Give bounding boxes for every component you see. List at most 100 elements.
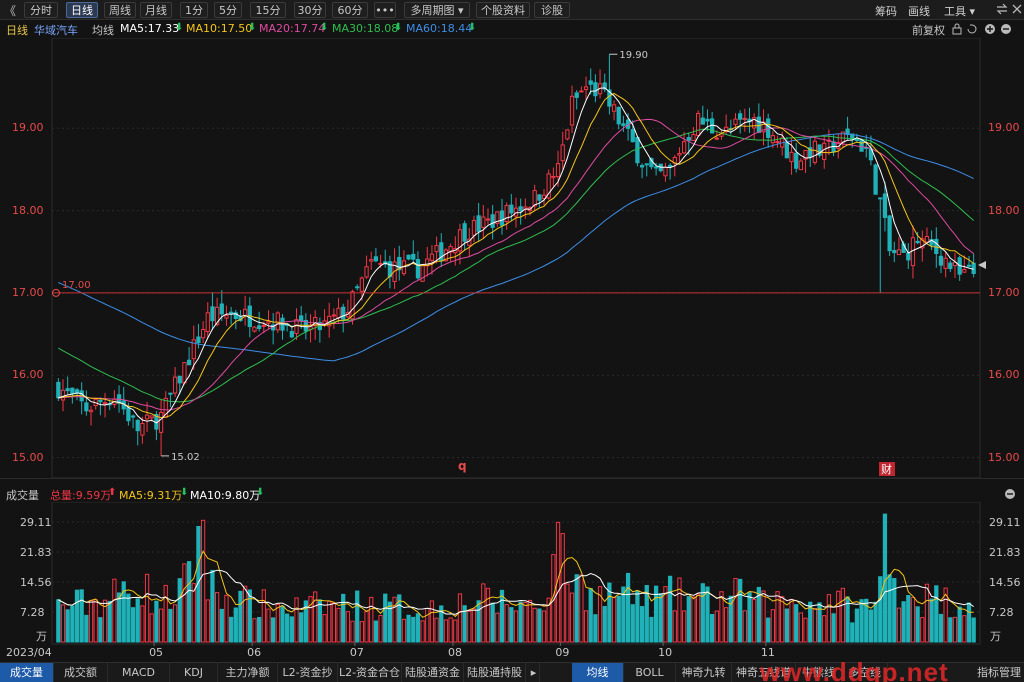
indicator-tab-7[interactable]: 陆股通资金: [402, 663, 464, 682]
candle-up: [943, 257, 948, 269]
candle-up: [695, 113, 701, 136]
volume-bar-down: [887, 574, 892, 643]
candle-down: [705, 118, 710, 122]
month-label: 10: [658, 646, 672, 659]
tab-11[interactable]: 个股资料: [476, 2, 530, 18]
candle-up: [158, 412, 164, 433]
indicator-tab-2[interactable]: MACD: [108, 663, 170, 682]
volume-unit-label: 万: [36, 630, 47, 643]
volume-bar-up: [60, 604, 66, 643]
candle-down: [906, 252, 911, 261]
volume-bar-up: [836, 590, 841, 643]
tab-10[interactable]: 多周期图 ▾: [404, 2, 470, 18]
adjust-mode[interactable]: 前复权: [912, 22, 945, 38]
draw-line-button[interactable]: 画线: [908, 3, 930, 19]
more-options-icon[interactable]: [1004, 488, 1022, 500]
volume-bar-down: [948, 617, 953, 643]
volume-bar-up: [677, 577, 682, 643]
indicator-tab-3[interactable]: KDJ: [170, 663, 218, 682]
volume-bar-up: [467, 610, 472, 643]
chips-button[interactable]: 筹码: [875, 3, 897, 19]
volume-bar-down: [616, 595, 621, 643]
candle-up: [770, 135, 775, 144]
indicator-tab-4[interactable]: 主力净额: [218, 663, 278, 682]
tab-8[interactable]: 60分: [332, 2, 368, 18]
tab-5[interactable]: 5分: [214, 2, 242, 18]
overlay-tab-0[interactable]: 均线: [572, 663, 624, 682]
volume-tick-label: 7.28: [20, 606, 45, 619]
volume-bar-down: [784, 608, 789, 643]
volume-bar-up: [565, 583, 570, 643]
candle-down: [854, 139, 860, 142]
volume-bar-down: [84, 614, 89, 643]
scroll-right-icon[interactable]: ▸: [528, 663, 540, 682]
tab-6[interactable]: 15分: [250, 2, 286, 18]
tab-3[interactable]: 月线: [140, 2, 172, 18]
volume-bar-up: [822, 615, 827, 643]
swap-icon[interactable]: [996, 3, 1008, 15]
volume-unit-label: 万: [990, 630, 1001, 643]
close-icon[interactable]: [1011, 3, 1023, 15]
panel-divider[interactable]: [0, 478, 1024, 479]
tab-7[interactable]: 30分: [294, 2, 326, 18]
tab-1[interactable]: 日线: [66, 2, 98, 18]
indicator-manage-button[interactable]: 指标管理: [974, 663, 1024, 682]
tools-menu[interactable]: 工具 ▾: [944, 3, 975, 19]
overlay-tab-2[interactable]: 神奇九转: [676, 663, 732, 682]
indicator-tab-6[interactable]: L2-资金合仓: [338, 663, 402, 682]
candle-down: [499, 210, 505, 226]
candle-down: [616, 106, 621, 125]
candle-up: [513, 207, 519, 217]
candlestick-chart[interactable]: 17.00 19.90 15.02 q 财: [0, 38, 1024, 478]
candle-up: [560, 144, 565, 162]
event-marker-q[interactable]: q: [458, 459, 467, 473]
volume-bar-up: [200, 519, 206, 643]
tab-9[interactable]: •••: [374, 2, 396, 18]
volume-bar-up: [364, 611, 369, 643]
candle-up: [182, 362, 187, 384]
volume-tick-label: 7.28: [989, 606, 1014, 619]
candle-down: [406, 254, 411, 260]
tab-4[interactable]: 1分: [180, 2, 208, 18]
volume-label[interactable]: 成交量: [6, 487, 39, 503]
volume-bar-up: [369, 596, 374, 643]
tab-12[interactable]: 诊股: [534, 2, 570, 18]
undo-icon[interactable]: [967, 24, 977, 34]
volume-bar-up: [691, 596, 696, 643]
candle-down: [186, 359, 192, 366]
volume-bar-up: [205, 599, 210, 643]
zoom-out-icon[interactable]: [1001, 24, 1011, 34]
volume-bar-down: [107, 600, 112, 643]
candle-down: [938, 255, 944, 266]
volume-bar-up: [420, 620, 425, 643]
volume-bar-down: [630, 604, 635, 643]
ma-label[interactable]: 均线: [92, 22, 114, 38]
indicator-tab-0[interactable]: 成交量: [0, 663, 54, 682]
period-label: 日线: [6, 24, 28, 37]
stock-name[interactable]: 华域汽车: [34, 22, 78, 38]
volume-bar-down: [738, 578, 743, 643]
volume-bar-down: [705, 586, 710, 643]
tab-2[interactable]: 周线: [104, 2, 136, 18]
lock-icon[interactable]: [952, 23, 962, 35]
volume-bar-down: [116, 592, 122, 643]
candle-down: [135, 419, 140, 432]
volume-tick-label: 14.56: [20, 576, 52, 589]
volume-bar-down: [406, 614, 411, 643]
volume-bar-down: [210, 569, 215, 643]
indicator-tab-5[interactable]: L2-资金抄底: [278, 663, 338, 682]
volume-bar-down: [794, 604, 799, 643]
volume-bar-down: [850, 622, 855, 643]
zoom-in-icon[interactable]: [985, 24, 995, 34]
tab-0[interactable]: 分时: [24, 2, 58, 18]
indicator-tab-1[interactable]: 成交额: [54, 663, 108, 682]
candle-up: [663, 166, 668, 177]
volume-bar-up: [429, 600, 435, 643]
candle-up: [205, 312, 210, 332]
overlay-tab-1[interactable]: BOLL: [624, 663, 676, 682]
volume-bar-up: [672, 610, 677, 643]
back-icon[interactable]: 《: [4, 2, 16, 19]
indicator-tab-8[interactable]: 陆股通持股: [464, 663, 526, 682]
volume-chart[interactable]: 29.11 29.11 21.83 21.83 14.56 14.56 7.28 7.28 万 万…: [0, 502, 1024, 662]
volume-bar-up: [611, 596, 617, 643]
